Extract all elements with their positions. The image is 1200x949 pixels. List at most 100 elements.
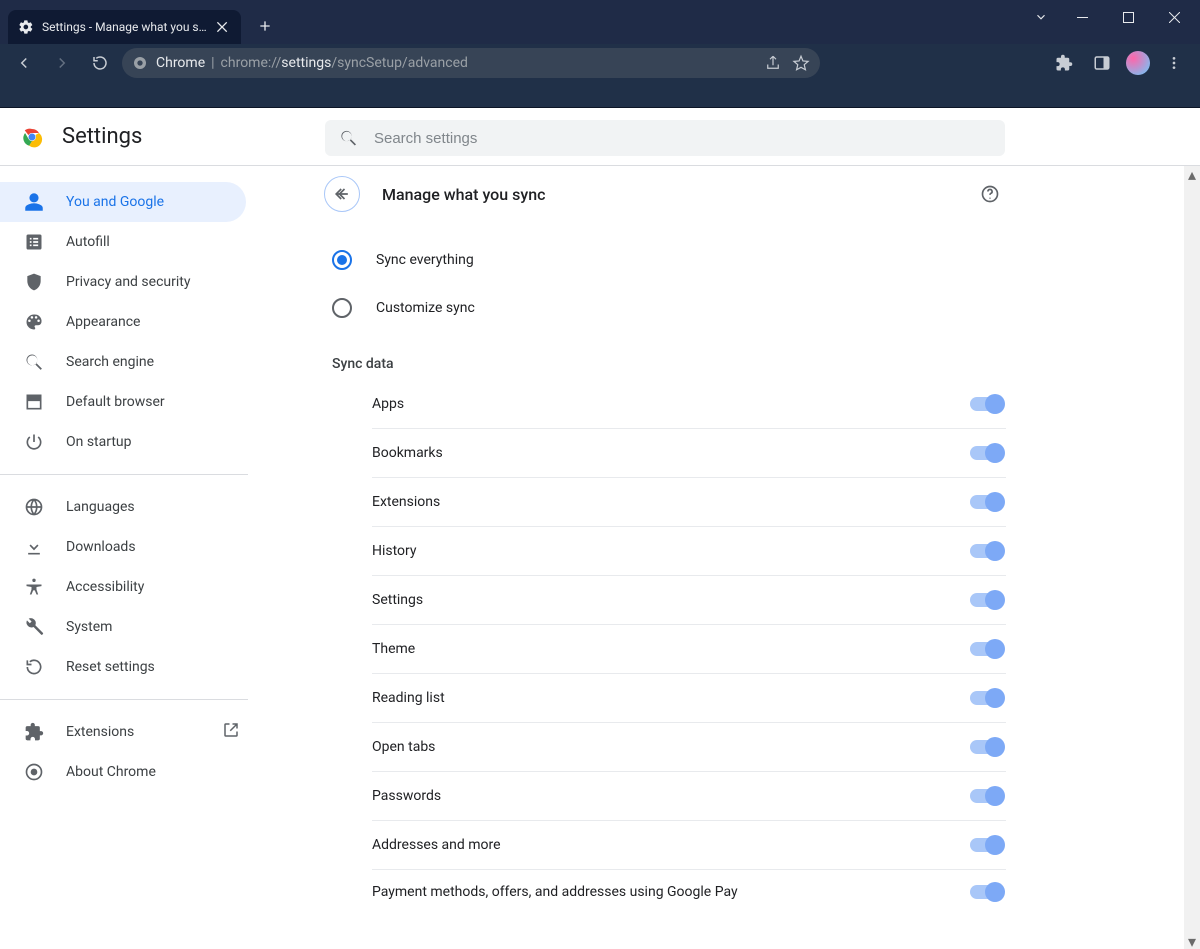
sync-row: Apps: [372, 380, 1006, 429]
sidebar-item-label: Default browser: [66, 394, 165, 410]
sync-toggle[interactable]: [970, 593, 1002, 607]
system-icon: [24, 617, 44, 637]
sidebar-item-appearance[interactable]: Appearance: [0, 302, 246, 342]
appearance-icon: [24, 312, 44, 332]
sync-row: Reading list: [372, 674, 1006, 723]
window-maximize-button[interactable]: [1106, 3, 1150, 31]
panel-icon: [1093, 54, 1111, 72]
window-controls: [1024, 2, 1200, 32]
radio-customize-sync[interactable]: Customize sync: [324, 284, 1006, 332]
close-icon[interactable]: [215, 19, 231, 35]
sync-item-label: Settings: [372, 592, 423, 608]
sidebar-item-label: On startup: [66, 434, 132, 450]
page-scrollbar[interactable]: ▴ ▾: [1184, 166, 1200, 949]
browser-toolbar: Chrome | chrome://settings/syncSetup/adv…: [0, 44, 1200, 82]
gear-icon: [18, 19, 34, 35]
sync-row: History: [372, 527, 1006, 576]
sync-item-label: History: [372, 543, 417, 559]
settings-header: Settings: [0, 108, 1200, 166]
omnibox[interactable]: Chrome | chrome://settings/syncSetup/adv…: [122, 48, 820, 78]
tab-strip: Settings - Manage what you sync: [0, 0, 279, 44]
sidebar-divider: [0, 474, 248, 475]
sync-toggle[interactable]: [970, 885, 1002, 899]
search-icon: [24, 352, 44, 372]
reset-icon: [24, 657, 44, 677]
sidebar-item-accessibility[interactable]: Accessibility: [0, 567, 246, 607]
radio-icon: [332, 298, 352, 318]
accessibility-icon: [24, 577, 44, 597]
sync-toggle[interactable]: [970, 495, 1002, 509]
sidebar-item-reset[interactable]: Reset settings: [0, 647, 246, 687]
sync-row: Passwords: [372, 772, 1006, 821]
browser-menu-button[interactable]: [1160, 49, 1188, 77]
plus-icon: [257, 18, 273, 34]
sidebar-item-downloads[interactable]: Downloads: [0, 527, 246, 567]
sync-row: Payment methods, offers, and addresses u…: [372, 870, 1006, 919]
tab-search-button[interactable]: [1024, 3, 1058, 31]
sync-toggle[interactable]: [970, 740, 1002, 754]
scroll-up-button[interactable]: ▴: [1184, 166, 1200, 182]
sidebar-item-you[interactable]: You and Google: [0, 182, 246, 222]
settings-page: Settings You and Google Autofill Privacy a…: [0, 108, 1200, 949]
sync-data-list: AppsBookmarksExtensionsHistorySettingsTh…: [324, 380, 1006, 919]
omnibox-host: settings: [281, 55, 331, 71]
sidebar-item-privacy[interactable]: Privacy and security: [0, 262, 246, 302]
tab-title: Settings - Manage what you sync: [42, 20, 207, 34]
browser-tab-active[interactable]: Settings - Manage what you sync: [8, 10, 241, 44]
radio-icon: [332, 250, 352, 270]
sidebar-divider: [0, 699, 248, 700]
sidebar-item-label: Autofill: [66, 234, 110, 250]
sync-toggle[interactable]: [970, 642, 1002, 656]
sync-toggle[interactable]: [970, 691, 1002, 705]
card-header: Manage what you sync: [324, 166, 1006, 222]
window-minimize-button[interactable]: [1060, 3, 1104, 31]
settings-title: Settings: [62, 124, 142, 149]
new-tab-button[interactable]: [251, 12, 279, 40]
sidebar-item-system[interactable]: System: [0, 607, 246, 647]
nav-back-button[interactable]: [8, 47, 40, 79]
help-button[interactable]: [974, 178, 1006, 210]
sync-toggle[interactable]: [970, 446, 1002, 460]
sync-toggle[interactable]: [970, 544, 1002, 558]
sync-toggle[interactable]: [970, 838, 1002, 852]
arrow-left-icon: [15, 54, 33, 72]
sidepanel-button[interactable]: [1088, 49, 1116, 77]
scroll-down-button[interactable]: ▾: [1184, 933, 1200, 949]
window-close-button[interactable]: [1152, 3, 1196, 31]
sidebar-item-default[interactable]: Default browser: [0, 382, 246, 422]
omnibox-url: Chrome | chrome://settings/syncSetup/adv…: [156, 55, 756, 71]
sidebar-item-search[interactable]: Search engine: [0, 342, 246, 382]
sidebar-item-label: Languages: [66, 499, 135, 515]
radio-sync-everything[interactable]: Sync everything: [324, 236, 1006, 284]
sync-row: Open tabs: [372, 723, 1006, 772]
omnibox-path: /syncSetup/advanced: [331, 55, 468, 71]
back-button[interactable]: [324, 176, 360, 212]
settings-search[interactable]: [325, 120, 1005, 156]
share-icon[interactable]: [764, 54, 782, 72]
sidebar-item-label: Appearance: [66, 314, 140, 330]
sync-item-label: Open tabs: [372, 739, 435, 755]
sidebar-item-startup[interactable]: On startup: [0, 422, 246, 462]
help-icon: [980, 184, 1000, 204]
sync-item-label: Addresses and more: [372, 837, 501, 853]
nav-forward-button[interactable]: [46, 47, 78, 79]
settings-search-input[interactable]: [372, 129, 991, 148]
radio-label: Sync everything: [376, 252, 474, 268]
nav-reload-button[interactable]: [84, 47, 116, 79]
sync-toggle[interactable]: [970, 789, 1002, 803]
sync-row: Bookmarks: [372, 429, 1006, 478]
profile-avatar[interactable]: [1126, 51, 1150, 75]
star-icon[interactable]: [792, 54, 810, 72]
sync-item-label: Passwords: [372, 788, 441, 804]
sidebar-item-autofill[interactable]: Autofill: [0, 222, 246, 262]
sidebar-item-languages[interactable]: Languages: [0, 487, 246, 527]
arrow-left-icon: [332, 184, 352, 204]
sync-data-section-label: Sync data: [324, 332, 1006, 380]
sidebar-item-extensions[interactable]: Extensions: [0, 712, 246, 752]
sync-toggle[interactable]: [970, 397, 1002, 411]
puzzle-icon: [1055, 54, 1073, 72]
startup-icon: [24, 432, 44, 452]
sidebar-item-about[interactable]: About Chrome: [0, 752, 246, 792]
extensions-button[interactable]: [1050, 49, 1078, 77]
sync-item-label: Theme: [372, 641, 415, 657]
